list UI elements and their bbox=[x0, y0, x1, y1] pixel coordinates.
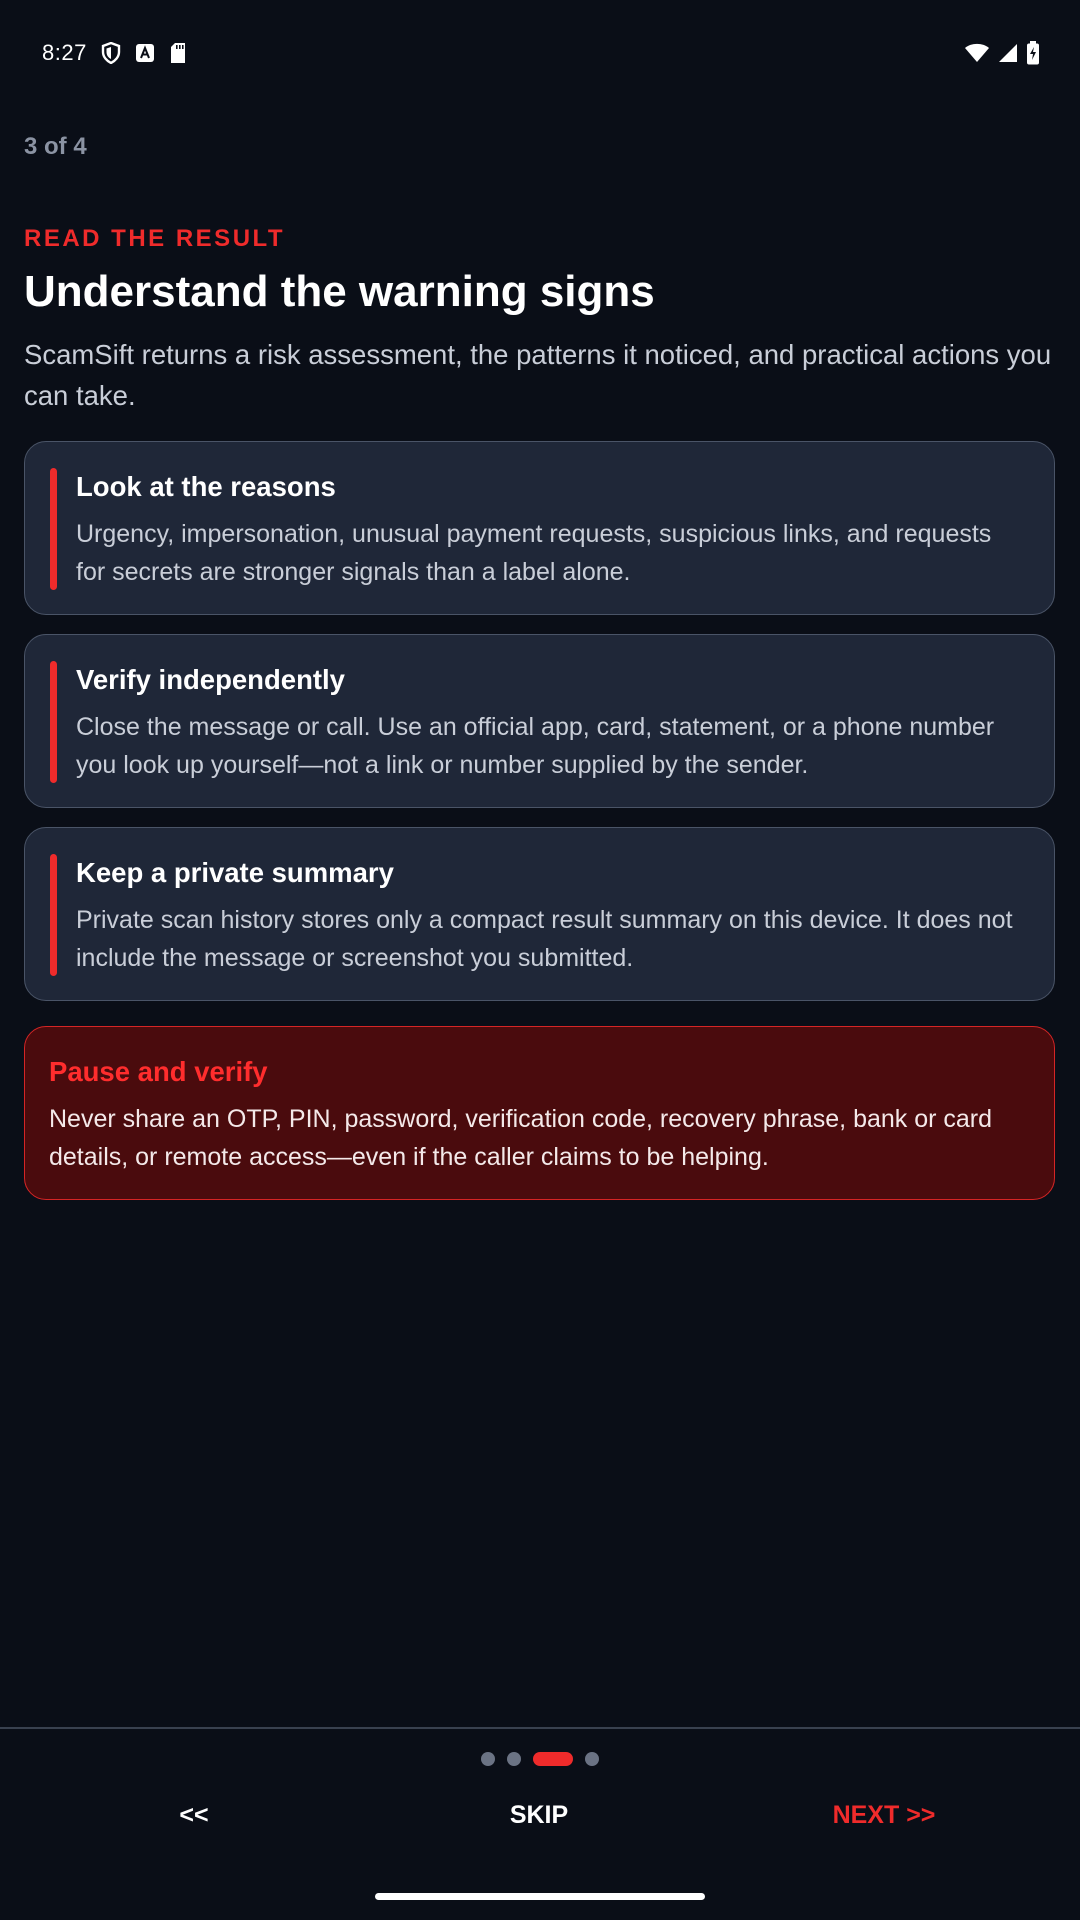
home-indicator[interactable] bbox=[375, 1893, 705, 1900]
tip-card-verify: Verify independently Close the message o… bbox=[24, 634, 1055, 808]
onboarding-screen: 8:27 3 of 4 READ THE RESULT Understand t… bbox=[0, 0, 1080, 1920]
status-bar: 8:27 bbox=[0, 0, 1080, 106]
onboarding-content: 3 of 4 READ THE RESULT Understand the wa… bbox=[24, 130, 1056, 1200]
shield-icon bbox=[101, 42, 121, 64]
page-indicator bbox=[0, 1752, 1080, 1766]
battery-charging-icon bbox=[1026, 41, 1040, 65]
card-title: Look at the reasons bbox=[76, 471, 336, 502]
card-accent-bar bbox=[50, 661, 57, 783]
card-accent-bar bbox=[50, 854, 57, 976]
tip-card-reasons: Look at the reasons Urgency, impersonati… bbox=[24, 441, 1055, 615]
status-right bbox=[964, 41, 1040, 65]
page-dot-4[interactable] bbox=[585, 1752, 599, 1766]
page-title: Understand the warning signs bbox=[24, 267, 655, 316]
warning-callout: Pause and verify Never share an OTP, PIN… bbox=[24, 1026, 1055, 1200]
sd-card-icon bbox=[169, 42, 187, 64]
warning-title: Pause and verify bbox=[49, 1056, 268, 1087]
card-accent-bar bbox=[50, 468, 57, 590]
card-title: Verify independently bbox=[76, 664, 345, 695]
card-title: Keep a private summary bbox=[76, 857, 394, 888]
page-dot-3-active[interactable] bbox=[533, 1752, 573, 1766]
tip-card-summary: Keep a private summary Private scan hist… bbox=[24, 827, 1055, 1001]
wifi-icon bbox=[964, 43, 990, 63]
page-dot-1[interactable] bbox=[481, 1752, 495, 1766]
step-counter: 3 of 4 bbox=[24, 133, 87, 160]
card-body: Close the message or call. Use an offici… bbox=[76, 713, 995, 779]
a-badge-icon bbox=[135, 43, 155, 63]
status-left: 8:27 bbox=[42, 40, 187, 66]
page-subtitle: ScamSift returns a risk assessment, the … bbox=[24, 339, 1052, 411]
card-body: Private scan history stores only a compa… bbox=[76, 906, 1013, 972]
tip-cards: Look at the reasons Urgency, impersonati… bbox=[24, 441, 1056, 1001]
section-eyebrow: READ THE RESULT bbox=[24, 225, 286, 252]
skip-button[interactable]: SKIP bbox=[429, 1793, 649, 1837]
status-time: 8:27 bbox=[42, 40, 87, 65]
bottom-divider bbox=[0, 1727, 1080, 1729]
back-button[interactable]: << bbox=[84, 1793, 304, 1837]
page-dot-2[interactable] bbox=[507, 1752, 521, 1766]
card-body: Urgency, impersonation, unusual payment … bbox=[76, 520, 992, 586]
next-button[interactable]: NEXT >> bbox=[774, 1793, 994, 1837]
signal-icon bbox=[998, 43, 1018, 63]
warning-body: Never share an OTP, PIN, password, verif… bbox=[49, 1105, 993, 1171]
